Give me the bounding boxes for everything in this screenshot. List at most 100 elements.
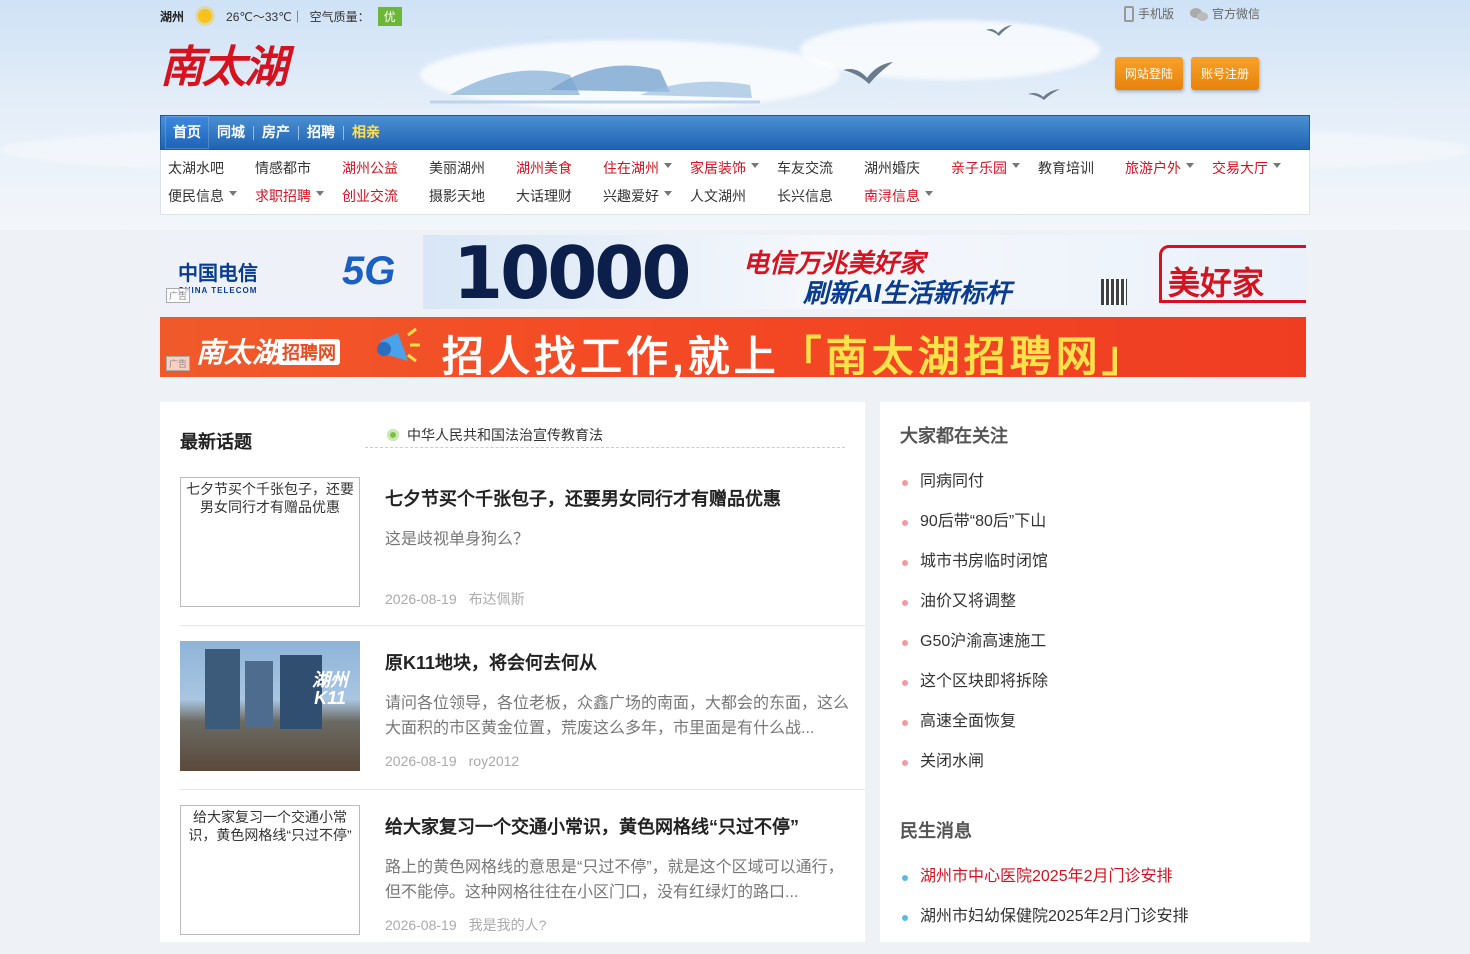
topic-post[interactable]: 给大家复习一个交通小常识，黄色网格线“只过不停” 给大家复习一个交通小常识，黄色… <box>180 805 865 954</box>
mobile-version-link[interactable]: 手机版 <box>1123 5 1174 22</box>
main-nav: 首页 同城 房产 招聘 相亲 <box>160 115 1310 150</box>
section-title: 最新话题 <box>180 432 252 452</box>
post-thumbnail[interactable]: 七夕节买个千张包子，还要男女同行才有赠品优惠 <box>180 477 360 607</box>
list-item[interactable]: 湖州市中心医院2025年2月门诊安排 <box>900 857 1189 897</box>
temperature: 26℃～33℃｜ <box>226 9 304 24</box>
chevron-down-icon[interactable] <box>1186 162 1194 168</box>
post-meta: 2026-08-19 布达佩斯 <box>385 591 525 607</box>
bird-icon <box>843 62 893 84</box>
post-title[interactable]: 给大家复习一个交通小常识，黄色网格线“只过不停” <box>385 813 799 839</box>
5g-logo: 5G <box>342 249 396 293</box>
featured-topic[interactable]: 中华人民共和国法治宣传教育法 <box>365 422 845 448</box>
topic-post[interactable]: 七夕节买个千张包子，还要男女同行才有赠品优惠 七夕节买个千张包子，还要男女同行才… <box>180 477 865 626</box>
livelihood-list: 湖州市中心医院2025年2月门诊安排 湖州市妇幼保健院2025年2月门诊安排 <box>900 857 1189 937</box>
subnav-item[interactable]: 湖州婚庆 <box>864 158 951 178</box>
megaphone-icon <box>377 327 420 363</box>
subnav-row-2: 便民信息 求职招聘 创业交流 摄影天地 大话理财 兴趣爱好 人文湖州 长兴信息 南浔信息 <box>168 186 951 206</box>
nav-city[interactable]: 同城 <box>209 116 253 149</box>
ad-label: 广告 <box>166 288 191 303</box>
ad-label: 广告 <box>166 356 191 371</box>
subnav-item[interactable]: 住在湖州 <box>603 158 690 178</box>
chevron-down-icon[interactable] <box>1273 162 1281 168</box>
top-bar: 湖州 26℃～33℃｜ 空气质量： 优 手机版 官方微信 <box>160 0 1310 32</box>
subnav-item[interactable]: 交易大厅 <box>1212 158 1299 178</box>
recruitment-ad-banner[interactable]: 南太湖 招聘网 招人找工作,就上「南太湖招聘网」 广告 <box>160 317 1306 377</box>
phone-icon <box>1123 5 1134 22</box>
focus-list: 同病同付 90后带“80后”下山 城市书房临时闭馆 油价又将调整 G50沪渝高速施工 这个… <box>900 462 1048 782</box>
subnav-item[interactable]: 情感都市 <box>255 158 342 178</box>
list-item[interactable]: 高速全面恢复 <box>900 702 1048 742</box>
topic-bullet-icon <box>387 428 399 441</box>
list-item[interactable]: 湖州市妇幼保健院2025年2月门诊安排 <box>900 897 1189 937</box>
air-quality-label: 空气质量： <box>309 9 370 24</box>
banner-subline: 刷新AI生活新标杆 <box>803 278 1012 308</box>
list-item[interactable]: 这个区块即将拆除 <box>900 662 1048 702</box>
nav-house[interactable]: 房产 <box>254 116 298 149</box>
subnav-item[interactable]: 大话理财 <box>516 186 603 206</box>
post-meta: 2026-08-19 roy2012 <box>385 753 520 769</box>
subnav-item[interactable]: 求职招聘 <box>255 186 342 206</box>
subnav-item[interactable]: 南浔信息 <box>864 186 951 206</box>
login-button[interactable]: 网站登陆 <box>1115 57 1184 90</box>
banner-slogan: 招人找工作,就上「南太湖招聘网」 <box>442 333 1148 377</box>
chevron-down-icon[interactable] <box>925 190 933 196</box>
subnav-item[interactable]: 便民信息 <box>168 186 255 206</box>
air-quality-badge: 优 <box>377 6 402 26</box>
list-item[interactable]: G50沪渝高速施工 <box>900 622 1048 662</box>
subnav-item[interactable]: 太湖水吧 <box>168 158 255 178</box>
banner-tag: 招聘网 <box>278 339 340 365</box>
post-thumbnail[interactable]: 湖州K11 <box>180 641 360 771</box>
subnav-item[interactable]: 亲子乐园 <box>951 158 1038 178</box>
post-meta: 2026-08-19 我是我的人? <box>385 917 547 933</box>
chevron-down-icon[interactable] <box>664 162 672 168</box>
livelihood-title: 民生消息 <box>900 821 972 841</box>
boat-illustration <box>430 65 760 104</box>
subnav-item[interactable]: 摄影天地 <box>429 186 516 206</box>
auth-buttons: 网站登陆 账号注册 <box>1115 57 1260 90</box>
telecom-ad-banner[interactable]: 中国电信 CHINA TELECOM 5G 10000 电信万兆美好家 刷新AI生… <box>160 235 1306 309</box>
banner-number: 10000 <box>453 235 691 309</box>
latest-topics-panel: 最新话题 中华人民共和国法治宣传教育法 七夕节买个千张包子，还要男女同行才有赠品… <box>160 402 865 942</box>
chevron-down-icon[interactable] <box>751 162 759 168</box>
subnav-item[interactable]: 兴趣爱好 <box>603 186 690 206</box>
nav-home[interactable]: 首页 <box>165 116 209 149</box>
chevron-down-icon[interactable] <box>664 190 672 196</box>
chevron-down-icon[interactable] <box>316 190 324 196</box>
list-item[interactable]: 城市书房临时闭馆 <box>900 542 1048 582</box>
list-item[interactable]: 关闭水闸 <box>900 742 1048 782</box>
nav-dating[interactable]: 相亲 <box>344 116 388 149</box>
subnav-item[interactable]: 家居装饰 <box>690 158 777 178</box>
banner-logo: 南太湖 <box>196 336 281 369</box>
post-title[interactable]: 七夕节买个千张包子，还要男女同行才有赠品优惠 <box>385 485 781 511</box>
subnav-item[interactable]: 旅游户外 <box>1125 158 1212 178</box>
subnav-row-1: 太湖水吧 情感都市 湖州公益 美丽湖州 湖州美食 住在湖州 家居装饰 车友交流 湖州婚庆 亲子乐园… <box>168 158 1299 178</box>
subnav-item[interactable]: 湖州公益 <box>342 158 429 178</box>
site-logo[interactable]: 南太湖 <box>160 38 300 98</box>
subnav-item[interactable]: 美丽湖州 <box>429 158 516 178</box>
list-item[interactable]: 油价又将调整 <box>900 582 1048 622</box>
qr-code <box>1101 279 1127 305</box>
product-logo: 美好家 <box>1159 245 1306 303</box>
wechat-icon <box>1189 7 1208 21</box>
bird-icon <box>1028 89 1060 100</box>
wechat-link[interactable]: 官方微信 <box>1189 5 1260 22</box>
register-button[interactable]: 账号注册 <box>1191 57 1260 90</box>
subnav-item[interactable]: 人文湖州 <box>690 186 777 206</box>
post-title[interactable]: 原K11地块，将会何去何从 <box>385 649 597 675</box>
post-thumbnail[interactable]: 给大家复习一个交通小常识，黄色网格线“只过不停” <box>180 805 360 935</box>
city-name: 湖州 <box>160 9 185 24</box>
chevron-down-icon[interactable] <box>1012 162 1020 168</box>
subnav-item[interactable]: 湖州美食 <box>516 158 603 178</box>
list-item[interactable]: 同病同付 <box>900 462 1048 502</box>
nav-jobs[interactable]: 招聘 <box>299 116 343 149</box>
topic-post[interactable]: 湖州K11 原K11地块，将会何去何从 请问各位领导，各位老板，众鑫广场的南面，… <box>180 641 865 790</box>
sidebar-panel: 大家都在关注 同病同付 90后带“80后”下山 城市书房临时闭馆 油价又将调整 G50沪… <box>880 402 1310 942</box>
focus-title: 大家都在关注 <box>900 426 1008 446</box>
chevron-down-icon[interactable] <box>229 190 237 196</box>
subnav-item[interactable]: 车友交流 <box>777 158 864 178</box>
subnav-item[interactable]: 教育培训 <box>1038 158 1125 178</box>
list-item[interactable]: 90后带“80后”下山 <box>900 502 1048 542</box>
top-links: 手机版 官方微信 <box>1123 5 1260 22</box>
subnav-item[interactable]: 创业交流 <box>342 186 429 206</box>
subnav-item[interactable]: 长兴信息 <box>777 186 864 206</box>
